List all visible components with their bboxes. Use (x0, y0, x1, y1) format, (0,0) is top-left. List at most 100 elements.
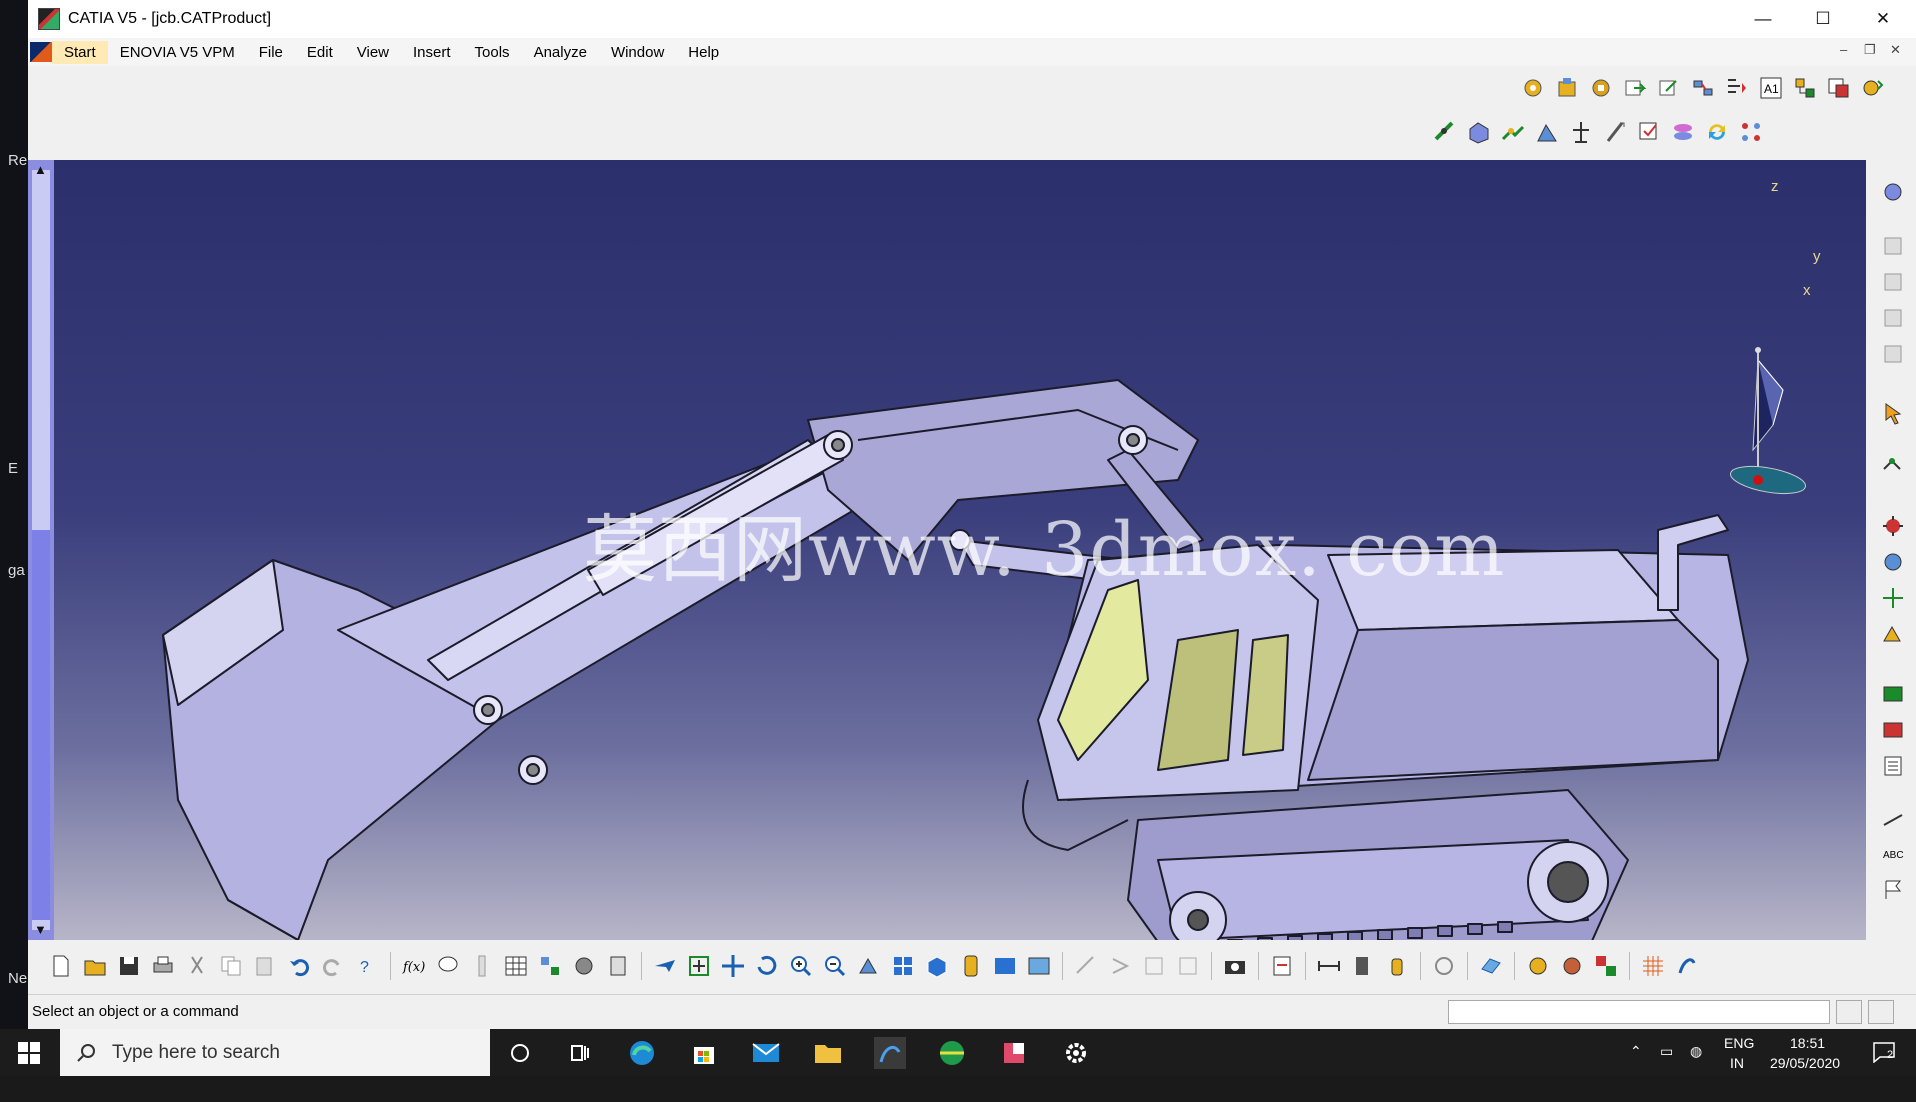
battery-icon[interactable]: ▭ (1660, 1043, 1673, 1090)
graph-tree-reorder-icon[interactable] (1723, 74, 1751, 102)
settings-gear-icon[interactable] (1060, 1037, 1092, 1069)
zoom-out-icon[interactable] (821, 952, 849, 980)
remove-icon[interactable] (1879, 340, 1907, 368)
edge-browser-icon[interactable] (626, 1037, 658, 1069)
fit-all-in-icon[interactable] (685, 952, 713, 980)
mail-icon[interactable] (750, 1037, 782, 1069)
cut-icon[interactable] (183, 952, 211, 980)
knowledge-inspector-icon[interactable] (604, 952, 632, 980)
table-icon[interactable] (502, 952, 530, 980)
assembly-features-icon[interactable] (1879, 178, 1907, 206)
update-icon[interactable] (1703, 118, 1731, 146)
reuse-pattern-icon[interactable] (1737, 118, 1765, 146)
angle-constraint-icon[interactable] (1533, 118, 1561, 146)
redo-icon[interactable] (319, 952, 347, 980)
flag-note-icon[interactable] (1879, 876, 1907, 904)
manage-representations-icon[interactable] (1825, 74, 1853, 102)
replace-component-icon[interactable] (1689, 74, 1717, 102)
menu-tools[interactable]: Tools (463, 41, 522, 64)
network-icon[interactable]: ◍ (1690, 1043, 1702, 1090)
catalog-icon[interactable] (536, 952, 564, 980)
hole-icon[interactable] (1879, 268, 1907, 296)
selective-load-icon[interactable] (1791, 74, 1819, 102)
catia-taskbar-icon[interactable] (874, 1037, 906, 1069)
multi-instantiation-icon[interactable] (1859, 74, 1887, 102)
fix-component-icon[interactable] (1567, 118, 1595, 146)
new-product-icon[interactable] (1553, 74, 1581, 102)
menu-edit[interactable]: Edit (295, 41, 345, 64)
isometric-view-icon[interactable] (923, 952, 951, 980)
apply-material-icon[interactable] (1592, 952, 1620, 980)
task-view-icon[interactable] (564, 1037, 596, 1069)
capture-camera-icon[interactable] (1221, 952, 1249, 980)
notification-center-icon[interactable]: 2 (1872, 1041, 1896, 1088)
render-icon[interactable] (1524, 952, 1552, 980)
enhanced-scene-icon[interactable] (1879, 716, 1907, 744)
undo-icon[interactable] (285, 952, 313, 980)
whats-this-icon[interactable]: ? (353, 952, 381, 980)
shading-icon[interactable] (957, 952, 985, 980)
save-icon[interactable] (115, 952, 143, 980)
explode-icon[interactable] (1879, 512, 1907, 540)
tray-chevron-icon[interactable]: ⌃ (1630, 1043, 1642, 1090)
print-icon[interactable] (149, 952, 177, 980)
mass-icon[interactable] (1383, 952, 1411, 980)
new-part-icon[interactable] (1587, 74, 1615, 102)
copy-icon[interactable] (217, 952, 245, 980)
contact-constraint-icon[interactable] (1465, 118, 1493, 146)
3d-viewport[interactable]: ▲ ▼ z y x 莫西网www. 3dmox. com (28, 160, 1866, 940)
microsoft-store-icon[interactable] (688, 1037, 720, 1069)
normal-view-icon[interactable] (855, 952, 883, 980)
doc-restore-button[interactable]: ❐ (1864, 42, 1876, 58)
scene-icon[interactable] (1879, 680, 1907, 708)
snap-icon[interactable] (1879, 450, 1907, 478)
command-input[interactable] (1448, 1000, 1830, 1024)
material-icon[interactable] (1558, 952, 1586, 980)
manipulation-icon[interactable] (1879, 584, 1907, 612)
annotation-text-icon[interactable]: ABC (1879, 840, 1907, 868)
minimize-button[interactable]: — (1734, 0, 1792, 38)
select-arrow-icon[interactable] (1879, 400, 1907, 428)
menu-file[interactable]: File (247, 41, 295, 64)
generate-numbering-icon[interactable]: A1 (1757, 74, 1785, 102)
fly-mode-icon[interactable] (651, 952, 679, 980)
comment-icon[interactable] (434, 952, 462, 980)
rotate-icon[interactable] (753, 952, 781, 980)
reaction-icon[interactable] (570, 952, 598, 980)
pocket-icon[interactable] (1879, 304, 1907, 332)
pan-icon[interactable] (719, 952, 747, 980)
menu-analyze[interactable]: Analyze (522, 41, 599, 64)
paste-icon[interactable] (251, 952, 279, 980)
grid-icon[interactable] (1639, 952, 1667, 980)
hide-show-icon[interactable] (991, 952, 1019, 980)
sectioning-icon[interactable] (1349, 952, 1377, 980)
existing-component-icon[interactable] (1621, 74, 1649, 102)
windows-start-button[interactable] (0, 1029, 58, 1076)
maximize-button[interactable]: ☐ (1794, 0, 1852, 38)
file-explorer-icon[interactable] (812, 1037, 844, 1069)
formula-icon[interactable]: f(x) (400, 952, 428, 980)
globe-app-icon[interactable] (936, 1037, 968, 1069)
menu-help[interactable]: Help (676, 41, 731, 64)
knowledge-icon[interactable] (468, 952, 496, 980)
catia-menu-logo-icon[interactable] (30, 42, 52, 62)
command-search-button[interactable] (1868, 1000, 1894, 1024)
measure-icon[interactable] (1879, 804, 1907, 832)
taskbar-search-box[interactable]: Type here to search (60, 1029, 490, 1076)
close-button[interactable]: ✕ (1854, 0, 1912, 38)
measure-between-icon[interactable] (1072, 952, 1100, 980)
doc-minimize-button[interactable]: – (1840, 42, 1847, 57)
zoom-in-icon[interactable] (787, 952, 815, 980)
quick-constraint-icon[interactable] (1635, 118, 1663, 146)
menu-window[interactable]: Window (599, 41, 676, 64)
menu-view[interactable]: View (345, 41, 401, 64)
new-file-icon[interactable] (47, 952, 75, 980)
offset-constraint-icon[interactable] (1499, 118, 1527, 146)
bill-of-material-icon[interactable] (1879, 752, 1907, 780)
menu-start[interactable]: Start (52, 40, 108, 64)
fix-together-icon[interactable] (1601, 118, 1629, 146)
measure-item-icon[interactable] (1106, 952, 1134, 980)
update-all-icon[interactable] (1430, 952, 1458, 980)
clash-icon[interactable] (1174, 952, 1202, 980)
smart-move-icon[interactable] (1879, 620, 1907, 648)
